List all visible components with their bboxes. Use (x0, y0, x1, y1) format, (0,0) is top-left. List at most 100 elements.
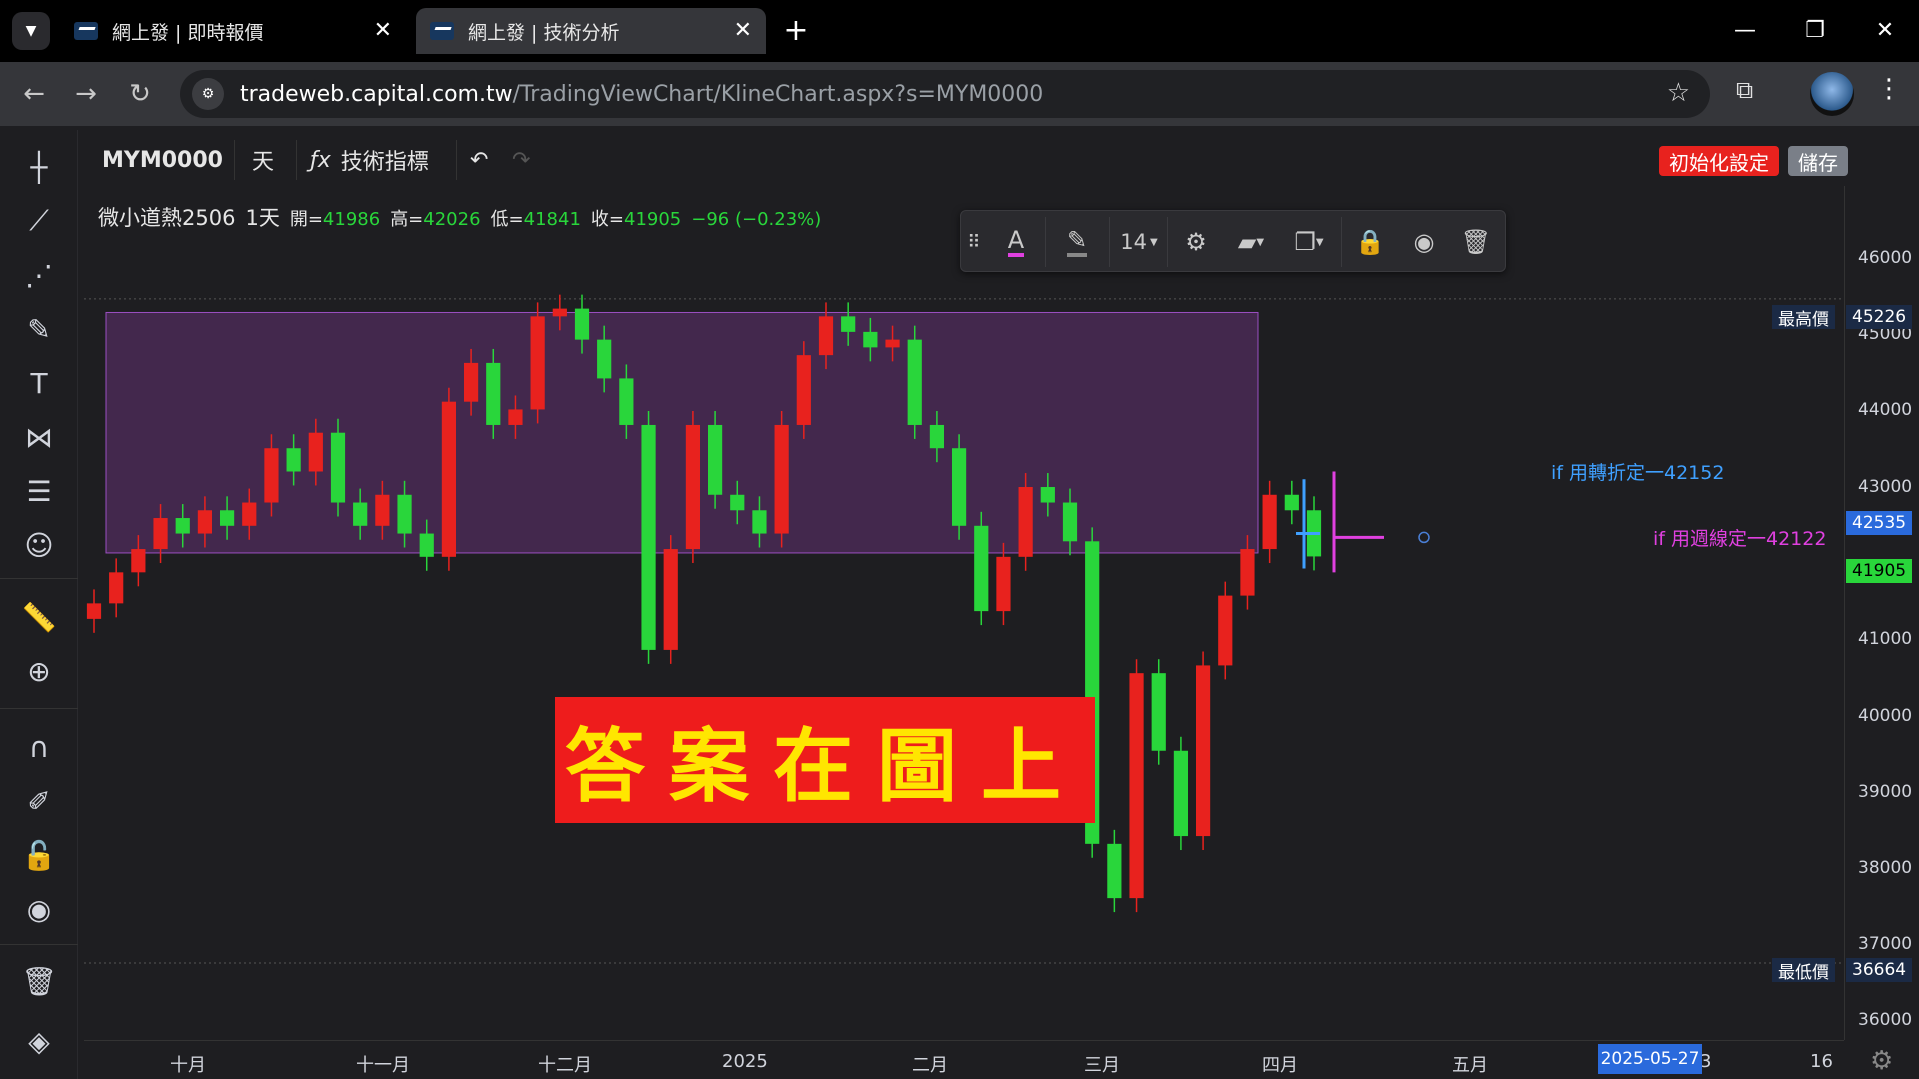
pitchfork-icon[interactable]: ⋰ (18, 254, 60, 296)
trend-line-icon[interactable]: ⟋ (18, 200, 60, 242)
fill-template-icon[interactable]: ▰ ▼ (1223, 211, 1279, 273)
candle-body (486, 362, 501, 425)
legend-open: 開=41986 (290, 205, 380, 231)
magnet-icon[interactable]: ∩ (18, 726, 60, 768)
candle-body (242, 502, 257, 526)
new-tab-icon[interactable]: + (778, 12, 814, 48)
pattern-icon[interactable]: ⋈ (18, 416, 60, 458)
bookmark-star-icon[interactable]: ☆ (1667, 78, 1690, 108)
legend-change: −96 (−0.23%) (691, 209, 822, 230)
candle-body (1040, 487, 1055, 503)
candle-body (153, 518, 168, 550)
time-axis[interactable] (84, 1040, 1844, 1079)
price-label: 46000 (1858, 248, 1913, 268)
candle-body (774, 424, 789, 534)
axis-settings-gear-icon[interactable]: ⚙ (1870, 1046, 1893, 1076)
reset-settings-button[interactable]: 初始化設定 (1659, 146, 1779, 176)
undo-icon[interactable]: ↶ (470, 134, 488, 186)
candle-body (641, 424, 656, 650)
high-label: 高= (390, 209, 424, 230)
tab-search-chevron-icon[interactable]: ▼ (12, 12, 50, 50)
visibility-eye-icon[interactable]: ◉ (1399, 211, 1449, 273)
weekly-annotation[interactable]: if 用週線定一42122 (1653, 524, 1826, 551)
candle-body (1195, 665, 1211, 837)
browser-tab-quotes[interactable]: 網上發 | 即時報價 ✕ (60, 8, 406, 54)
forward-icon[interactable]: → (66, 74, 106, 114)
crosshair-icon[interactable]: ┼ (18, 146, 60, 188)
candle-body (131, 549, 146, 573)
close-tab-icon[interactable]: ✕ (734, 18, 752, 43)
site-info-icon[interactable]: ⚙ (192, 78, 224, 110)
text-color-icon[interactable]: A (991, 211, 1041, 273)
price-label: 37000 (1858, 934, 1913, 954)
zoom-in-icon[interactable]: ⊕ (18, 650, 60, 692)
lock-icon[interactable]: 🔒 (1345, 211, 1395, 273)
trash-icon[interactable]: 🗑 (18, 960, 60, 1002)
clone-icon[interactable]: ❐ ▼ (1281, 211, 1337, 273)
candle-body (353, 502, 368, 526)
profile-avatar[interactable] (1810, 72, 1854, 116)
url-input[interactable]: ⚙ tradeweb.capital.com.tw/TradingViewCha… (180, 70, 1710, 118)
redo-icon[interactable]: ↷ (512, 134, 530, 186)
text-icon[interactable]: T (18, 362, 60, 404)
browser-menu-icon[interactable]: ⋮ (1876, 74, 1902, 104)
candle-body (330, 432, 346, 503)
candle-body (707, 424, 723, 495)
indicators-button[interactable]: ƒx 技術指標 (310, 134, 429, 186)
candle-body (752, 510, 767, 534)
minimize-icon[interactable]: — (1710, 0, 1780, 60)
candle-body (463, 362, 479, 402)
restore-icon[interactable]: ❐ (1780, 0, 1850, 60)
eye-icon[interactable]: ◉ (18, 888, 60, 930)
line-color-icon[interactable]: ✎ (1049, 211, 1105, 273)
time-label: 五月 (1452, 1055, 1488, 1076)
high-value: 42026 (423, 209, 481, 230)
ruler-icon[interactable]: 📏 (18, 596, 60, 638)
chart-toolbar: MYM0000 天 ƒx 技術指標 ↶ ↷ 初始化設定 儲存 ⚙ (84, 134, 1919, 186)
delete-trash-icon[interactable]: 🗑 (1451, 211, 1501, 273)
anchor-point (1418, 531, 1430, 544)
legend-close: 收=41905 (591, 205, 681, 231)
close-tab-icon[interactable]: ✕ (374, 18, 392, 43)
unlock-icon[interactable]: 🔓 (18, 834, 60, 876)
reload-icon[interactable]: ↻ (120, 74, 160, 114)
candle-body (175, 518, 190, 534)
back-icon[interactable]: ← (14, 74, 54, 114)
candle-body (1129, 673, 1144, 899)
lock-drawing-icon[interactable]: ✐ (18, 780, 60, 822)
window-close-icon[interactable]: ✕ (1850, 0, 1919, 60)
legend-high: 高=42026 (390, 205, 480, 231)
legend-interval: 1天 (245, 206, 280, 230)
candle-body (1284, 494, 1299, 511)
candle-body (1262, 494, 1277, 550)
save-button[interactable]: 儲存 (1788, 146, 1848, 176)
turning-point-annotation[interactable]: if 用轉折定一42152 (1551, 458, 1724, 485)
emoji-icon[interactable]: ☺ (18, 524, 60, 566)
time-label: 十二月 (538, 1055, 592, 1076)
legend-symbol-name: 微小道熱2506 (98, 206, 236, 230)
time-label: 2025 (722, 1051, 768, 1072)
browser-tab-bar: ▼ 網上發 | 即時報價 ✕ 網上發 | 技術分析 ✕ + — ❐ ✕ (0, 0, 1919, 62)
brush-icon[interactable]: ✎ (18, 308, 60, 350)
candle-body (1107, 843, 1122, 899)
drag-handle-icon[interactable]: ⠿ (965, 211, 983, 273)
settings-icon[interactable]: ⚙ (1171, 211, 1221, 273)
browser-tab-analysis[interactable]: 網上發 | 技術分析 ✕ (416, 8, 766, 54)
range-box (105, 311, 1259, 554)
chart-legend: 微小道熱2506 1天 開=41986 高=42026 低=41841 收=41… (98, 202, 821, 232)
price-label: 44000 (1858, 400, 1913, 420)
layers-icon[interactable]: ◈ (18, 1020, 60, 1062)
font-size-selector[interactable]: 14 ▼ (1113, 211, 1165, 273)
symbol-selector[interactable]: MYM0000 (102, 134, 223, 186)
interval-selector[interactable]: 天 (252, 134, 274, 186)
candle-body (419, 533, 434, 557)
candle-body (574, 308, 590, 340)
candle-body (597, 339, 612, 379)
fib-icon[interactable]: ☰ (18, 470, 60, 512)
address-bar: ← → ↻ ⚙ tradeweb.capital.com.tw/TradingV… (0, 62, 1919, 126)
crosshair-date-tag: 2025-05-27 (1598, 1044, 1702, 1074)
candle-body (441, 401, 457, 557)
extensions-icon[interactable]: ⧉ (1736, 76, 1753, 104)
candlestick-chart[interactable] (84, 190, 1844, 1038)
toolbar-divider (456, 140, 457, 180)
